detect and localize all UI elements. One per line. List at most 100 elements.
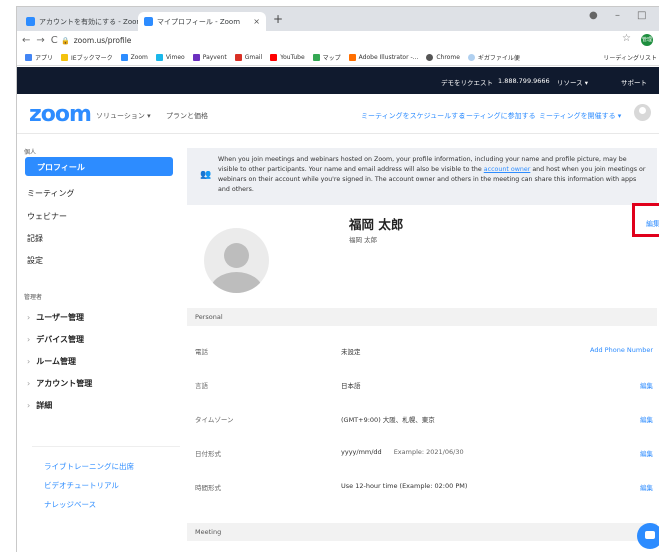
bookmark-item[interactable]: YouTube: [270, 54, 305, 61]
tab-activate-account[interactable]: アカウントを有効にする - Zoom ×: [20, 12, 150, 31]
row-value: Use 12-hour time (Example: 02:00 PM): [341, 482, 468, 490]
chevron-right-icon: ›: [27, 401, 31, 410]
media-icon[interactable]: ●: [589, 10, 598, 21]
chat-support-icon[interactable]: [637, 523, 659, 549]
people-icon: 👥: [200, 170, 212, 180]
zoom-logo[interactable]: zoom: [29, 102, 92, 127]
edit-date-format-link[interactable]: 編集: [640, 448, 653, 458]
chevron-right-icon: ›: [27, 313, 31, 322]
row-label: 電話: [195, 348, 208, 356]
account-owner-link[interactable]: account owner: [484, 166, 531, 173]
profile-name: 福岡 太郎: [349, 217, 404, 232]
row-label: タイムゾーン: [195, 416, 234, 424]
solutions-menu[interactable]: ソリューション ▾: [96, 111, 151, 121]
zoom-favicon-icon: [26, 17, 35, 26]
date-example: Example: 2021/06/30: [393, 448, 464, 456]
chevron-right-icon: ›: [27, 335, 31, 344]
bookmark-item[interactable]: マップ: [312, 53, 341, 62]
privacy-notice: 👥 When you join meetings and webinars ho…: [187, 148, 657, 205]
profile-picture[interactable]: [204, 228, 269, 293]
maximize-icon[interactable]: □: [637, 10, 646, 21]
row-value: 日本語: [341, 382, 361, 390]
sidebar-heading-personal: 個人: [24, 149, 37, 156]
section-meeting: Meeting: [187, 523, 657, 541]
setting-row-language: 言語 日本語 編集: [187, 372, 657, 396]
sidebar-item-recordings[interactable]: 記録: [27, 233, 43, 244]
edit-time-format-link[interactable]: 編集: [640, 482, 653, 492]
edit-timezone-link[interactable]: 編集: [640, 414, 653, 424]
sidebar-heading-admin: 管理者: [24, 294, 43, 301]
row-value: yyyy/mm/dd Example: 2021/06/30: [341, 448, 464, 456]
profile-avatar-icon[interactable]: 管理: [641, 34, 653, 46]
add-phone-number-link[interactable]: Add Phone Number: [590, 346, 653, 354]
pricing-link[interactable]: プランと価格: [166, 111, 208, 121]
bookmark-item[interactable]: Chrome: [426, 54, 460, 61]
bookmark-item[interactable]: ギガファイル便: [467, 53, 520, 62]
minimize-icon[interactable]: –: [615, 10, 620, 21]
lock-icon: 🔒: [61, 36, 70, 45]
new-tab-button[interactable]: +: [273, 12, 283, 26]
bookmarks-bar: アプリ IEブックマーク Zoom Vimeo Payvent Gmail Yo…: [17, 50, 659, 66]
support-link[interactable]: サポート: [621, 77, 647, 87]
request-demo-link[interactable]: デモをリクエスト: [441, 77, 493, 87]
profile-main: 👥 When you join meetings and webinars ho…: [183, 134, 659, 552]
avatar-body-shape: [210, 272, 263, 293]
join-meeting-link[interactable]: ミーティングに参加する: [459, 111, 536, 121]
host-meeting-menu[interactable]: ミーティングを開催する ▾: [539, 111, 621, 121]
sidebar-item-meetings[interactable]: ミーティング: [27, 188, 75, 199]
tab-label: マイプロフィール - Zoom: [157, 17, 241, 26]
live-training-link[interactable]: ライブトレーニングに出席: [44, 461, 134, 472]
row-value: 未設定: [341, 348, 361, 356]
close-tab-icon[interactable]: ×: [253, 17, 260, 26]
sidebar-item-advanced[interactable]: › 詳細: [27, 400, 52, 411]
bookmark-item[interactable]: Adobe Illustrator -...: [348, 54, 418, 61]
sidebar-item-settings[interactable]: 設定: [27, 255, 43, 266]
url-text: zoom.us/profile: [73, 36, 132, 45]
bookmark-item[interactable]: Payvent: [192, 54, 227, 61]
sidebar-item-profile[interactable]: プロフィール: [25, 157, 173, 176]
zoom-favicon-icon: [144, 17, 153, 26]
phone-number: 1.888.799.9666: [498, 77, 550, 85]
bookmark-item[interactable]: IEブックマーク: [61, 53, 113, 62]
tab-label: アカウントを有効にする - Zoom: [39, 17, 144, 26]
row-label: 言語: [195, 382, 208, 390]
setting-row-time-format: 時間形式 Use 12-hour time (Example: 02:00 PM…: [187, 474, 657, 498]
avatar-head-shape: [224, 243, 249, 268]
reading-list[interactable]: リーディングリスト: [603, 53, 657, 62]
bookmark-item[interactable]: Vimeo: [155, 54, 185, 61]
setting-row-date-format: 日付形式 yyyy/mm/dd Example: 2021/06/30 編集: [187, 440, 657, 464]
highlight-box: [632, 203, 659, 237]
schedule-meeting-link[interactable]: ミーティングをスケジュールする: [361, 111, 465, 121]
browser-window: アカウントを有効にする - Zoom × マイプロフィール - Zoom × +…: [16, 6, 659, 552]
zoom-top-bar: デモをリクエスト 1.888.799.9666 リソース ▾ サポート: [17, 67, 659, 94]
bookmark-item[interactable]: Gmail: [234, 54, 262, 61]
sidebar-item-user-management[interactable]: › ユーザー管理: [27, 312, 84, 323]
bookmark-item[interactable]: アプリ: [25, 53, 53, 62]
row-value: (GMT+9:00) 大阪、札幌、東京: [341, 416, 435, 424]
sidebar-item-room-management[interactable]: › ルーム管理: [27, 356, 76, 367]
row-label: 時間形式: [195, 484, 221, 492]
bookmark-item[interactable]: Zoom: [120, 54, 148, 61]
chevron-right-icon: ›: [27, 357, 31, 366]
setting-row-timezone: タイムゾーン (GMT+9:00) 大阪、札幌、東京 編集: [187, 406, 657, 430]
row-label: 日付形式: [195, 450, 221, 458]
chevron-right-icon: ›: [27, 379, 31, 388]
tab-my-profile[interactable]: マイプロフィール - Zoom ×: [138, 12, 266, 31]
section-personal: Personal: [187, 308, 657, 326]
sidebar-item-webinars[interactable]: ウェビナー: [27, 211, 67, 222]
setting-row-phone: 電話 未設定 Add Phone Number: [187, 338, 657, 362]
video-tutorials-link[interactable]: ビデオチュートリアル: [44, 480, 119, 491]
sidebar: 個人 プロフィール ミーティング ウェビナー 記録 設定 管理者 › ユーザー管理…: [17, 134, 183, 552]
knowledge-base-link[interactable]: ナレッジベース: [44, 499, 96, 510]
sidebar-item-device-management[interactable]: › デバイス管理: [27, 334, 84, 345]
resources-menu[interactable]: リソース ▾: [557, 77, 588, 87]
bookmark-star-icon[interactable]: ☆: [622, 33, 631, 44]
edit-language-link[interactable]: 編集: [640, 380, 653, 390]
tab-strip: アカウントを有効にする - Zoom × マイプロフィール - Zoom × +…: [17, 7, 659, 31]
url-field[interactable]: 🔒 zoom.us/profile: [61, 34, 621, 47]
zoom-nav: zoom ソリューション ▾ プランと価格 ミーティングをスケジュールする ミー…: [17, 94, 659, 134]
back-forward-reload-icons[interactable]: ←→C: [22, 35, 64, 46]
user-avatar[interactable]: [634, 104, 651, 121]
profile-subname: 福岡 太郎: [349, 236, 378, 244]
sidebar-item-account-management[interactable]: › アカウント管理: [27, 378, 92, 389]
